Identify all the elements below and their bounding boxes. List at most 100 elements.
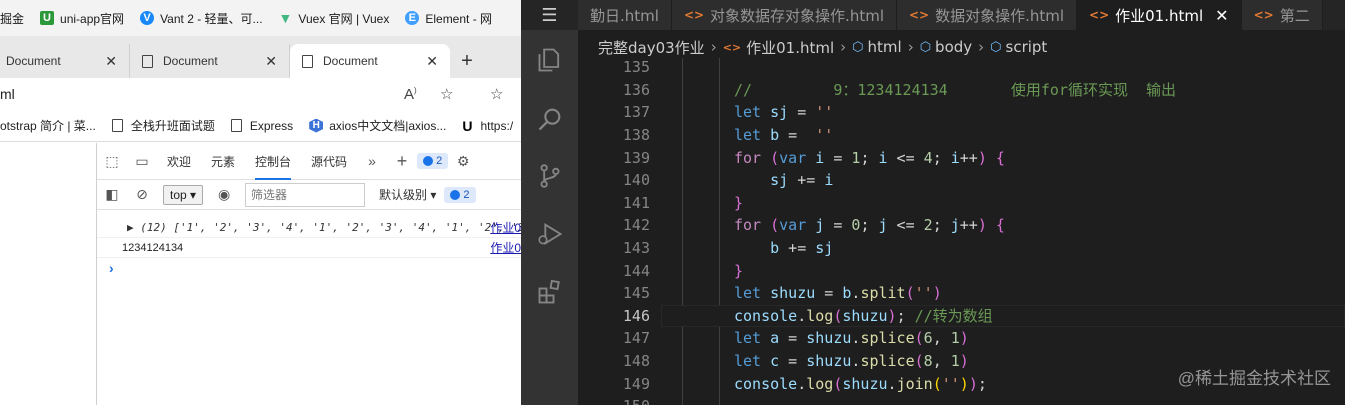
code-line[interactable]: 137 let sj = '' [578, 101, 1345, 124]
address-bar[interactable]: ml A) ☆ ☆ [0, 78, 521, 110]
log-level-select[interactable]: 默认级别 ▾ [379, 186, 436, 203]
favorite-vant[interactable]: V Vant 2 - 轻量、可... [140, 10, 263, 27]
code-line[interactable]: 141} [578, 192, 1345, 215]
bookmark-item[interactable]: otstrap 简介 | 菜... [0, 117, 96, 134]
axios-icon: H [309, 118, 324, 133]
line-code: for (var i = 1; i <= 4; i++) { [734, 148, 1005, 167]
context-select[interactable]: top ▾ [163, 184, 204, 205]
line-code: let shuzu = b.split('') [734, 284, 942, 303]
bookmark-item[interactable]: Uhttps:/ [462, 118, 513, 134]
code-line[interactable]: 135 [578, 56, 1345, 79]
breadcrumb-body[interactable]: body [935, 38, 972, 56]
u-icon: U [462, 117, 473, 134]
editor-tab[interactable]: <> 第二 [1241, 0, 1323, 30]
breadcrumb-script[interactable]: script [1006, 38, 1048, 56]
console-prompt[interactable]: › [97, 258, 521, 278]
favorite-juejin[interactable]: 掘金 [0, 10, 24, 27]
code-line[interactable]: 146 console.log(shuzu); //转为数组 [578, 304, 1345, 328]
breadcrumb-folder[interactable]: 完整day03作业 [598, 37, 705, 58]
line-code: } [734, 193, 744, 212]
editor-tab[interactable]: 勤日.html [578, 0, 672, 30]
source-control-icon[interactable] [536, 162, 564, 190]
console-message: 1234124134 作业0 [97, 238, 521, 258]
code-editor[interactable]: 135 136 // 9：1234124134 使用for循环实现 输出 137 let… [578, 58, 1345, 405]
new-tab-button[interactable]: + [450, 44, 484, 78]
close-icon[interactable]: ✕ [1215, 6, 1228, 25]
breadcrumb-html[interactable]: html [868, 38, 902, 56]
console-message-array[interactable]: ▶ (12) ['1', '2', '3', '4', '1', '2', '3… [97, 218, 521, 238]
editor-tab-active[interactable]: <> 作业01.html ✕ [1077, 0, 1242, 30]
html-file-icon: <> [1089, 8, 1110, 22]
device-toggle-icon[interactable]: ▭ [134, 153, 150, 169]
tab-label: 数据对象操作.html [935, 6, 1065, 25]
code-line[interactable]: 150 [578, 395, 1345, 405]
browser-tab-active[interactable]: Document ✕ [290, 44, 450, 78]
line-code: // 9：1234124134 使用for循环实现 输出 [734, 81, 1177, 100]
filter-input[interactable] [245, 182, 366, 207]
console-source-link[interactable]: 作业0 [490, 219, 521, 236]
favorite-uniapp[interactable]: Uuni-app官网 [40, 10, 124, 27]
eye-icon[interactable]: ◉ [216, 186, 232, 202]
code-line[interactable]: 147 let a = shuzu.splice(6, 1) [578, 327, 1345, 350]
code-line[interactable]: 139 for (var i = 1; i <= 4; i++) { [578, 146, 1345, 169]
breadcrumb-file[interactable]: 作业01.html [746, 37, 834, 58]
vant-icon: V [140, 11, 155, 25]
clear-console-icon[interactable]: ⊘ [134, 186, 150, 202]
add-favorite-icon[interactable]: ☆ [440, 85, 453, 103]
editor-tab[interactable]: <> 对象数据存对象操作.html [671, 0, 897, 30]
document-icon [111, 119, 123, 132]
code-line[interactable]: 144} [578, 259, 1345, 282]
menu-icon[interactable]: ☰ [521, 0, 578, 30]
favorite-vuex[interactable]: ▼ Vuex 官网 | Vuex [279, 10, 390, 27]
line-code: console.log(shuzu); //转为数组 [734, 307, 993, 326]
level-value: 默认级别 [379, 188, 428, 202]
devtools-tab-sources[interactable]: 源代码 [311, 143, 347, 180]
console-source-link[interactable]: 作业0 [490, 239, 521, 256]
issues-badge-2[interactable]: 2 [444, 186, 476, 203]
activity-bar [521, 30, 578, 405]
code-line[interactable]: 143 b += sj [578, 237, 1345, 260]
devtools-tab-welcome[interactable]: 欢迎 [167, 143, 191, 180]
issues-badge[interactable]: 2 [417, 153, 449, 169]
bookmark-item[interactable]: 全栈升班面试题 [111, 117, 215, 134]
favorite-label: uni-app官网 [60, 11, 125, 26]
browser-tab-strip: Document ✕ Document ✕ Document ✕ + [0, 36, 521, 78]
favorites-icon[interactable]: ☆ [490, 85, 503, 103]
code-line[interactable]: 138 let b = '' [578, 124, 1345, 147]
code-line[interactable]: 140 sj += i [578, 169, 1345, 192]
code-line[interactable]: 145 let shuzu = b.split('') [578, 282, 1345, 305]
tab-label: Document [323, 54, 378, 68]
line-number: 138 [622, 126, 650, 145]
browser-tab[interactable]: Document ✕ [130, 44, 290, 78]
badge-count: 2 [463, 188, 470, 201]
inspect-icon[interactable]: ⬚ [104, 153, 120, 169]
devtools-tab-console[interactable]: 控制台 [255, 143, 292, 180]
more-tabs-icon[interactable]: » [364, 153, 380, 169]
code-line[interactable]: 136 // 9：1234124134 使用for循环实现 输出 [578, 79, 1345, 102]
bookmark-label: otstrap 简介 | 菜... [0, 119, 96, 133]
close-icon[interactable]: ✕ [426, 53, 438, 70]
close-icon[interactable]: ✕ [265, 53, 277, 70]
favorite-element[interactable]: E Element - 网 [405, 10, 492, 27]
symbol-icon: ⬡ [852, 39, 864, 55]
chevron-right-icon: › [710, 38, 717, 56]
extensions-icon[interactable] [536, 278, 564, 306]
browser-tab[interactable]: Document ✕ [0, 44, 130, 78]
devtools-tab-elements[interactable]: 元素 [211, 143, 235, 180]
tab-label: 对象数据存对象操作.html [710, 6, 884, 25]
add-tab-icon[interactable]: + [394, 151, 410, 171]
explorer-icon[interactable] [536, 46, 564, 74]
search-icon[interactable] [536, 105, 564, 133]
bookmark-item[interactable]: Haxios中文文档|axios... [309, 117, 446, 134]
close-icon[interactable]: ✕ [105, 53, 117, 70]
code-line[interactable]: 142 for (var j = 0; j <= 2; j++) { [578, 214, 1345, 237]
html-file-icon: <> [908, 8, 930, 22]
html-file-icon: <> [1253, 8, 1274, 22]
read-aloud-icon[interactable]: A) [404, 86, 417, 103]
editor-tab[interactable]: <> 数据对象操作.html [896, 0, 1078, 30]
sidebar-toggle-icon[interactable]: ◧ [104, 186, 120, 202]
run-debug-icon[interactable] [536, 220, 564, 248]
bookmark-item[interactable]: Express [230, 119, 293, 133]
vscode-window: ☰ 勤日.html <> 对象数据存对象操作.html <> 数据对象操作.html… [521, 0, 1345, 405]
settings-gear-icon[interactable]: ⚙ [455, 153, 471, 169]
